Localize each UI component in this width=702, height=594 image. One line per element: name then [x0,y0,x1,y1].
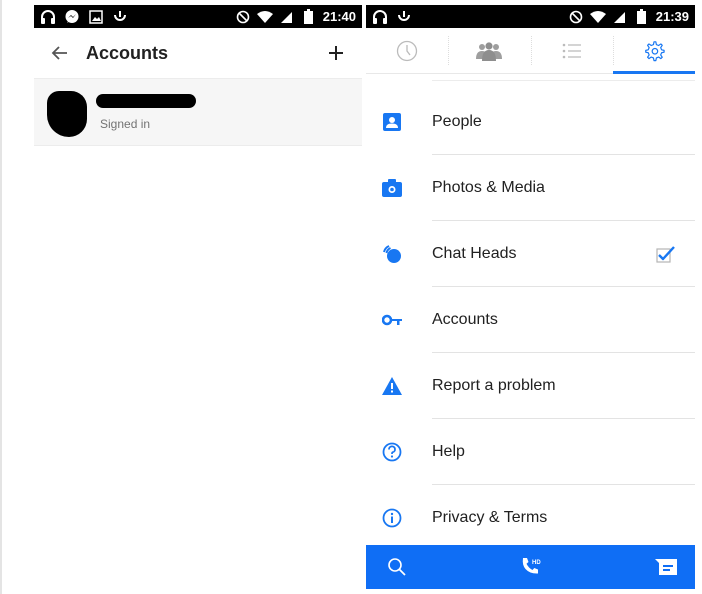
signal-icon [612,9,628,25]
app-bar: Accounts [34,28,362,79]
settings-item-label: Report a problem [432,377,556,394]
plus-icon [329,46,343,60]
loading-icon [112,9,128,25]
chat-heads-icon [383,245,401,263]
camera-icon [382,179,402,197]
settings-item-photos-media[interactable]: Photos & Media [366,155,695,221]
settings-item-people[interactable]: People [366,89,695,155]
settings-item-accounts[interactable]: Accounts [366,287,695,353]
settings-list: People Photos & Media Chat Heads Account… [366,74,695,551]
hd-call-icon: HD [522,558,541,574]
loading-icon [396,9,412,25]
image-icon [88,9,104,25]
messenger-icon [64,9,80,25]
list-icon [562,43,581,58]
settings-screen: 21:39 People Photos & Media Chat Heads A… [366,5,695,594]
search-button[interactable] [382,552,412,582]
status-bar: 21:40 [34,5,362,28]
wifi-icon [256,9,273,25]
tab-list[interactable] [530,28,613,73]
do-not-disturb-icon [568,9,584,25]
warning-icon [382,377,402,395]
checkbox-checked-icon [656,246,675,263]
gear-icon [645,40,665,61]
settings-item-chat-heads[interactable]: Chat Heads [366,221,695,287]
compose-message-icon [655,559,677,575]
settings-item-label: Accounts [432,311,498,328]
divider [366,74,695,89]
clock: 21:40 [322,9,356,24]
help-icon [382,442,402,462]
settings-item-label: Chat Heads [432,245,517,262]
account-status: Signed in [100,117,151,131]
settings-item-label: Help [432,443,465,460]
people-group-icon [476,41,503,61]
add-account-button[interactable] [316,44,356,62]
compose-message-button[interactable] [651,552,681,582]
chat-heads-checkbox[interactable] [637,245,695,263]
arrow-left-icon [51,46,67,60]
wifi-icon [589,9,606,25]
settings-item-label: Privacy & Terms [432,509,548,526]
back-button[interactable] [34,43,86,63]
accounts-screen: 21:40 Accounts Signed in [34,5,362,594]
headphones-icon [40,9,56,25]
clock: 21:39 [655,9,689,24]
account-name-redacted [96,94,196,108]
settings-item-label: Photos & Media [432,179,545,196]
account-list-item[interactable]: Signed in [34,79,362,146]
hd-call-button[interactable]: HD [517,552,547,582]
search-icon [388,558,406,576]
battery-icon [634,9,650,25]
settings-item-privacy-terms[interactable]: Privacy & Terms [366,485,695,551]
status-bar: 21:39 [366,5,695,28]
bottom-bar: HD [366,545,695,589]
signal-icon [279,9,295,25]
settings-item-label: People [432,113,482,130]
tab-recent[interactable] [366,28,448,73]
svg-text:HD: HD [532,560,541,566]
settings-item-report-problem[interactable]: Report a problem [366,353,695,419]
avatar [47,91,87,137]
tab-settings[interactable] [612,28,695,74]
settings-item-help[interactable]: Help [366,419,695,485]
contact-card-icon [383,113,401,131]
do-not-disturb-icon [235,9,251,25]
key-icon [382,314,402,326]
page-title: Accounts [86,42,169,63]
info-icon [382,508,402,528]
headphones-icon [372,9,388,25]
window-edge [0,0,2,594]
tab-bar [366,28,695,74]
clock-icon [396,40,418,61]
tab-people[interactable] [448,28,530,73]
battery-icon [301,9,317,25]
